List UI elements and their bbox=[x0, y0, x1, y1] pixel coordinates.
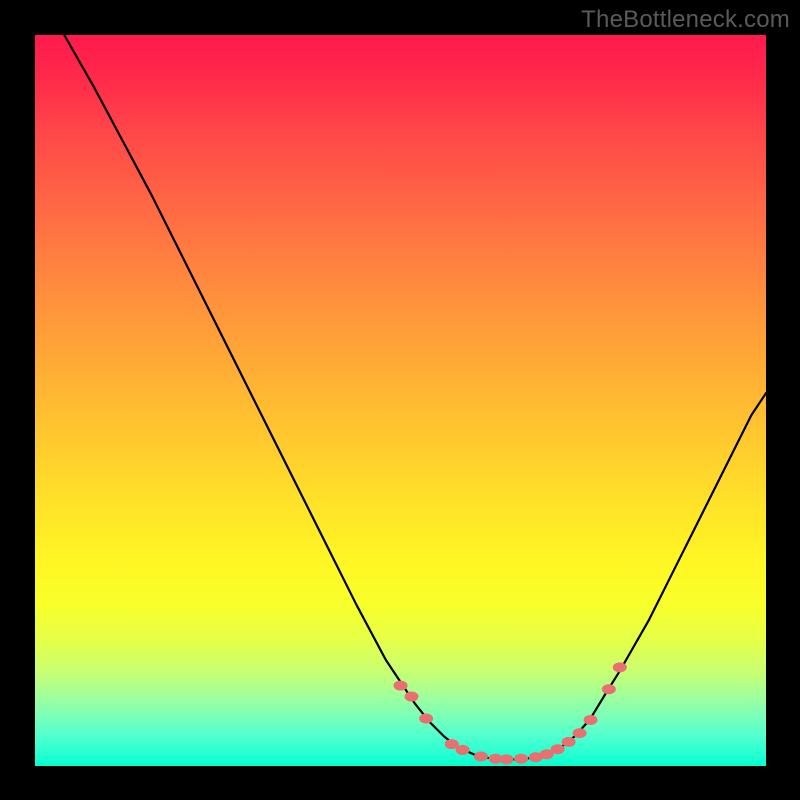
plot-area bbox=[35, 35, 766, 766]
data-marker bbox=[419, 713, 433, 723]
data-marker bbox=[613, 662, 627, 672]
data-marker bbox=[562, 737, 576, 747]
curve-line bbox=[64, 35, 766, 759]
data-marker bbox=[456, 745, 470, 755]
data-marker bbox=[602, 684, 616, 694]
data-marker bbox=[474, 752, 488, 762]
data-marker bbox=[584, 715, 598, 725]
data-marker bbox=[551, 744, 565, 754]
data-marker bbox=[573, 728, 587, 738]
chart-frame: TheBottleneck.com bbox=[0, 0, 800, 800]
data-marker bbox=[404, 692, 418, 702]
data-marker bbox=[514, 754, 528, 764]
chart-svg bbox=[35, 35, 766, 766]
data-marker bbox=[500, 754, 514, 764]
data-marker bbox=[394, 681, 408, 691]
watermark-label: TheBottleneck.com bbox=[581, 6, 790, 34]
